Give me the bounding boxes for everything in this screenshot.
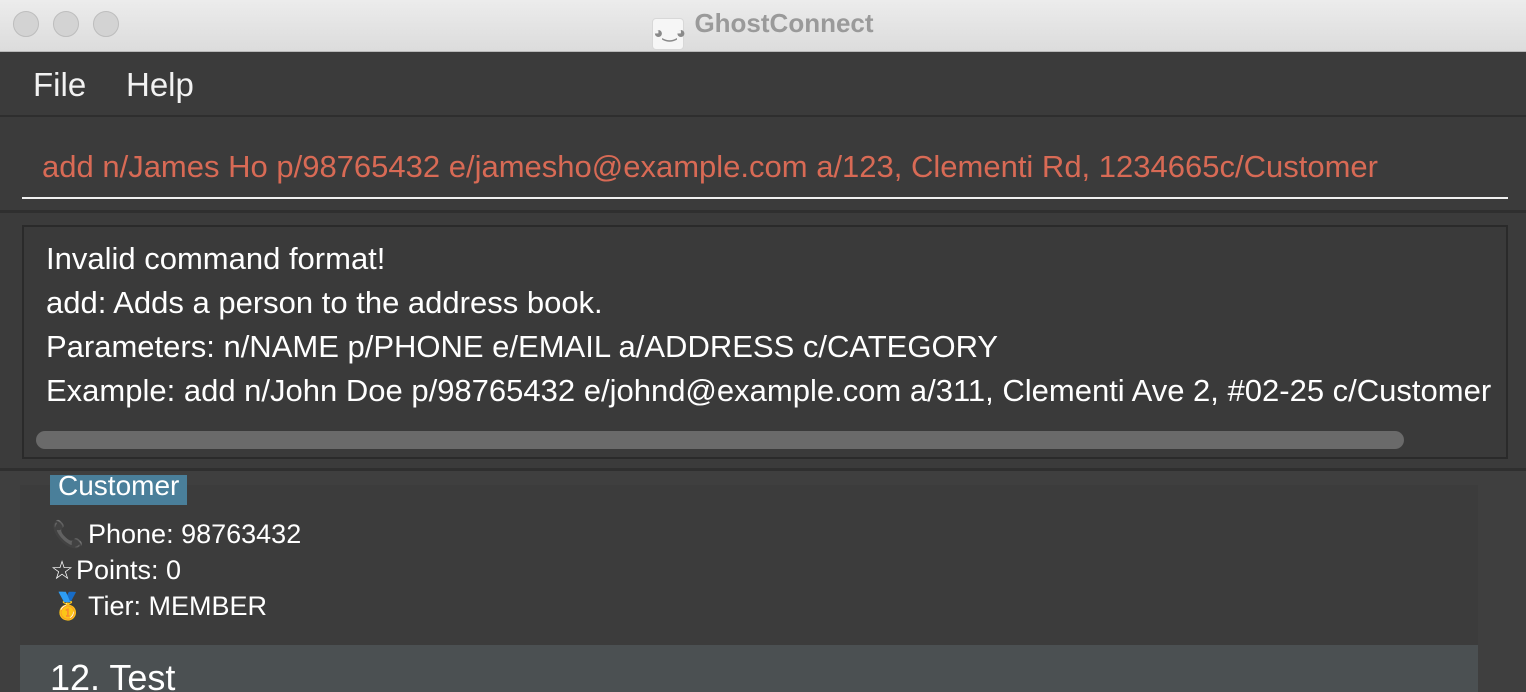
result-line: Example: add n/John Doe p/98765432 e/joh… bbox=[46, 373, 1492, 408]
menu-help[interactable]: Help bbox=[126, 66, 194, 104]
phone-text: Phone: 98763432 bbox=[88, 519, 302, 549]
phone-row: 📞 Phone: 98763432 bbox=[48, 519, 301, 550]
tier-row: 🥇 Tier: MEMBER bbox=[48, 591, 267, 622]
menu-bar: File Help bbox=[0, 52, 1526, 117]
result-line: Invalid command format! bbox=[46, 241, 386, 276]
medal-icon: 🥇 bbox=[51, 591, 85, 621]
result-display-area: Invalid command format! add: Adds a pers… bbox=[0, 213, 1526, 471]
person-list[interactable]: Customer 📞 Phone: 98763432 ☆Points: 0 🥇 Ti… bbox=[0, 471, 1526, 692]
person-card[interactable]: Customer 📞 Phone: 98763432 ☆Points: 0 🥇 Ti… bbox=[20, 475, 1478, 645]
title-bar: ◕‿◕ GhostConnect bbox=[0, 0, 1526, 52]
tier-text: Tier: MEMBER bbox=[88, 591, 268, 621]
ghost-icon: ◕‿◕ bbox=[652, 18, 686, 50]
command-input[interactable] bbox=[22, 137, 1508, 199]
menu-file[interactable]: File bbox=[33, 66, 86, 104]
command-box-area bbox=[0, 117, 1526, 213]
points-text: Points: 0 bbox=[76, 555, 182, 585]
category-tag: Customer bbox=[50, 475, 188, 505]
horizontal-scrollbar[interactable] bbox=[36, 431, 1404, 449]
phone-icon: 📞 bbox=[51, 519, 85, 549]
person-name: 12. Test bbox=[50, 657, 176, 692]
app-name: GhostConnect bbox=[694, 8, 874, 38]
result-line: add: Adds a person to the address book. bbox=[46, 285, 603, 320]
result-line: Parameters: n/NAME p/PHONE e/EMAIL a/ADD… bbox=[46, 329, 999, 364]
result-display[interactable]: Invalid command format! add: Adds a pers… bbox=[22, 225, 1508, 459]
window-title: ◕‿◕ GhostConnect bbox=[0, 8, 1526, 50]
person-card[interactable]: 12. Test bbox=[20, 645, 1478, 692]
star-icon: ☆ bbox=[50, 555, 74, 585]
points-row: ☆Points: 0 bbox=[48, 555, 181, 586]
